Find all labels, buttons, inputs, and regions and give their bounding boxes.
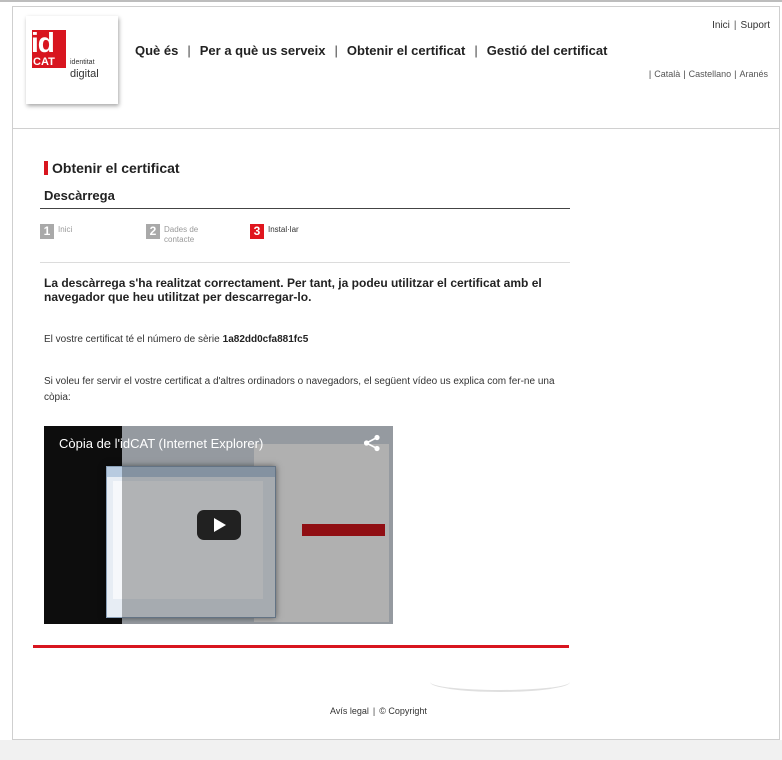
video-overlay [122,426,393,624]
nav-que-es[interactable]: Què és [135,43,178,58]
link-inici[interactable]: Inici [712,20,730,31]
subtitle-divider [40,208,570,209]
page-title: Obtenir el certificat [52,160,180,176]
main-navigation: Què és | Per a què us serveix | Obtenir el c… [135,43,607,58]
footer-copyright-link[interactable]: © Copyright [379,706,427,716]
serial-prefix: El vostre certificat té el número de sèr… [44,334,220,345]
top-links: Inici | Suport [712,20,770,31]
step-label-line: contacte [164,235,195,244]
separator: | [733,20,737,31]
share-icon[interactable] [362,434,382,452]
step-label: Inici [58,225,72,235]
serial-number-line: El vostre certificat té el número de sèr… [44,334,308,345]
logo-tagline-bottom: digital [70,68,99,80]
step-indicator: 1 Inici 2 Dades de contacte 3 Instal·lar [40,216,570,252]
decorative-shadow [430,672,570,692]
title-marker [44,161,48,175]
copy-info-text: Si voleu fer servir el vostre certificat… [44,376,555,403]
lang-catala[interactable]: Català [654,69,680,79]
lang-castellano[interactable]: Castellano [689,69,732,79]
play-button[interactable] [197,510,241,540]
logo-cat-text: CAT [33,56,55,68]
separator: | [334,43,338,58]
serial-number: 1a82dd0cfa881fc5 [222,334,309,345]
separator: | [372,706,376,716]
play-icon [214,518,226,532]
lang-aranes[interactable]: Aranés [739,69,768,79]
nav-obtenir-el-certificat[interactable]: Obtenir el certificat [347,43,465,58]
content-bottom-rule [33,645,569,648]
footer-legal-link[interactable]: Avís legal [330,706,369,716]
step-number: 1 [40,224,54,239]
step-1: 1 Inici [40,224,72,239]
idcat-logo[interactable]: id CAT identitat digital [26,16,118,104]
nav-gestio-del-certificat[interactable]: Gestió del certificat [487,43,608,58]
step-number: 3 [250,224,264,239]
video-title[interactable]: Còpia de l'idCAT (Internet Explorer) [59,436,263,451]
link-suport[interactable]: Suport [741,20,770,31]
steps-divider [40,262,570,263]
step-3: 3 Instal·lar [250,224,299,239]
page-bottom-band [0,740,782,760]
separator: | [474,43,478,58]
step-label: Instal·lar [268,225,299,235]
separator: | [648,69,652,79]
separator: | [734,69,737,79]
separator: | [187,43,191,58]
separator: | [683,69,686,79]
step-label-line: Dades de [164,225,199,234]
logo-tagline-top: identitat [70,59,95,66]
success-message: La descàrrega s'ha realitzat correctamen… [44,276,542,304]
step-label-line: Instal·lar [268,225,299,234]
section-subtitle: Descàrrega [44,188,115,203]
language-selector: | Català | Castellano | Aranés [646,69,768,79]
nav-per-a-que-us-serveix[interactable]: Per a què us serveix [200,43,326,58]
step-number: 2 [146,224,160,239]
header-divider [13,128,779,129]
step-label-line: Inici [58,225,73,234]
page-title-row: Obtenir el certificat [44,160,180,176]
video-player[interactable]: Còpia de l'idCAT (Internet Explorer) [44,426,393,624]
step-2: 2 Dades de contacte [146,224,198,245]
page-frame [12,6,780,740]
step-label: Dades de contacte [164,225,198,245]
footer: Avís legal | © Copyright [330,706,427,716]
logo-id-text: id [31,27,55,58]
